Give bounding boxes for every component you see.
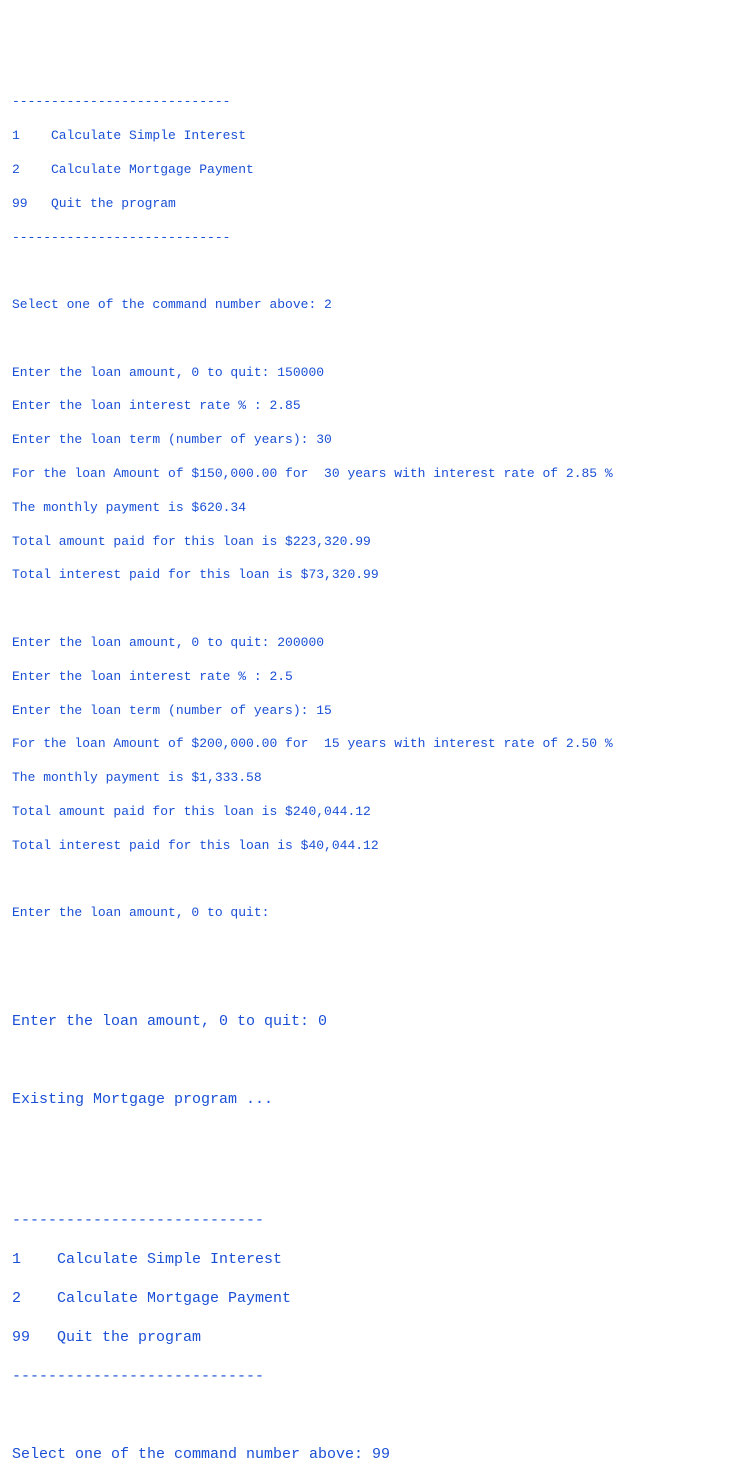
menu-item-simple-interest: 1 Calculate Simple Interest [12, 128, 733, 145]
console-output-block-2: Enter the loan amount, 0 to quit: 0 Exis… [12, 993, 733, 1130]
total-interest-line: Total interest paid for this loan is $40… [12, 838, 733, 855]
blank-line [12, 1051, 733, 1071]
loan-amount-prompt: Enter the loan amount, 0 to quit: [12, 905, 733, 922]
menu-separator: ---------------------------- [12, 230, 733, 247]
interest-rate-prompt: Enter the loan interest rate % : 2.5 [12, 669, 733, 686]
loan-amount-prompt: Enter the loan amount, 0 to quit: 200000 [12, 635, 733, 652]
monthly-payment-line: The monthly payment is $620.34 [12, 500, 733, 517]
menu-separator: ---------------------------- [12, 1211, 733, 1231]
menu-separator: ---------------------------- [12, 94, 733, 111]
menu-item-simple-interest: 1 Calculate Simple Interest [12, 1250, 733, 1270]
menu-item-mortgage-payment: 2 Calculate Mortgage Payment [12, 162, 733, 179]
menu-item-quit: 99 Quit the program [12, 196, 733, 213]
total-interest-line: Total interest paid for this loan is $73… [12, 567, 733, 584]
blank-line [12, 871, 733, 888]
blank-line [12, 1406, 733, 1426]
total-paid-line: Total amount paid for this loan is $223,… [12, 534, 733, 551]
loan-summary-line: For the loan Amount of $200,000.00 for 1… [12, 736, 733, 753]
menu-separator: ---------------------------- [12, 1367, 733, 1387]
menu-item-mortgage-payment: 2 Calculate Mortgage Payment [12, 1289, 733, 1309]
console-output-block-3: ---------------------------- 1 Calculate… [12, 1191, 733, 1470]
loan-amount-prompt: Enter the loan amount, 0 to quit: 150000 [12, 365, 733, 382]
command-prompt: Select one of the command number above: … [12, 297, 733, 314]
blank-line [12, 263, 733, 280]
exit-message: Existing Mortgage program ... [12, 1090, 733, 1110]
blank-line [12, 331, 733, 348]
loan-summary-line: For the loan Amount of $150,000.00 for 3… [12, 466, 733, 483]
menu-item-quit: 99 Quit the program [12, 1328, 733, 1348]
blank-line [12, 601, 733, 618]
console-output-block-1: ---------------------------- 1 Calculate… [12, 78, 733, 939]
command-prompt: Select one of the command number above: … [12, 1445, 733, 1465]
loan-amount-prompt-quit: Enter the loan amount, 0 to quit: 0 [12, 1012, 733, 1032]
interest-rate-prompt: Enter the loan interest rate % : 2.85 [12, 398, 733, 415]
loan-term-prompt: Enter the loan term (number of years): 1… [12, 703, 733, 720]
total-paid-line: Total amount paid for this loan is $240,… [12, 804, 733, 821]
loan-term-prompt: Enter the loan term (number of years): 3… [12, 432, 733, 449]
monthly-payment-line: The monthly payment is $1,333.58 [12, 770, 733, 787]
